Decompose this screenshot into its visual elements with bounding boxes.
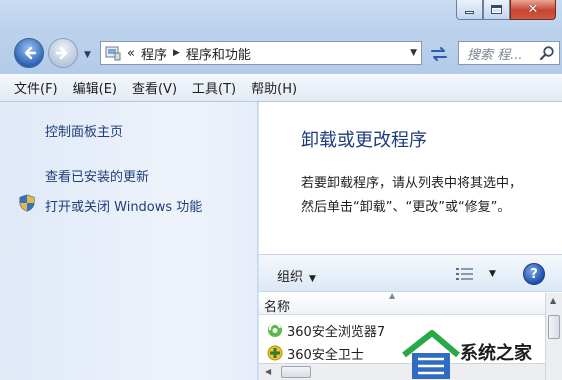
minimize-button[interactable] bbox=[456, 0, 483, 20]
view-options-dropdown[interactable]: ▼ bbox=[489, 269, 496, 279]
view-details-icon[interactable] bbox=[455, 266, 475, 282]
navigation-bar: ▼ « 程序 ▶ 程序和功能 ▼ 搜索 程... bbox=[0, 34, 562, 74]
column-header-name[interactable]: ▲ 名称 bbox=[259, 291, 545, 315]
watermark: 系统之家 bbox=[398, 325, 562, 380]
breadcrumb-programs-features[interactable]: 程序和功能 bbox=[186, 44, 251, 63]
command-bar: 组织 ▼ ▼ ? bbox=[259, 254, 562, 292]
program-name: 360安全浏览器7 bbox=[287, 324, 386, 340]
browser-icon bbox=[268, 322, 282, 337]
maximize-button[interactable] bbox=[483, 0, 510, 20]
breadcrumb-programs[interactable]: 程序 bbox=[141, 44, 167, 63]
page-description: 若要卸载程序，请从列表中将其选中，然后单击“卸载”、“更改”或“修复”。 bbox=[301, 176, 523, 215]
help-icon: ? bbox=[530, 266, 538, 282]
window-controls: ✕ bbox=[456, 0, 556, 20]
refresh-button[interactable] bbox=[428, 43, 450, 65]
control-panel-icon bbox=[105, 46, 121, 61]
view-installed-updates-link[interactable]: 查看已安装的更新 bbox=[45, 166, 149, 185]
organize-button[interactable]: 组织 ▼ bbox=[277, 266, 316, 285]
column-header-label: 名称 bbox=[264, 300, 291, 315]
breadcrumb-overflow[interactable]: « bbox=[127, 46, 135, 61]
chevron-down-icon: ▼ bbox=[309, 274, 316, 284]
window-titlebar: ✕ bbox=[0, 0, 562, 34]
menu-file[interactable]: 文件(F) bbox=[14, 78, 58, 97]
scroll-up-icon[interactable]: ▲ bbox=[550, 296, 556, 305]
sort-indicator-icon: ▲ bbox=[389, 291, 396, 300]
minimize-icon bbox=[465, 11, 474, 14]
menu-tools[interactable]: 工具(T) bbox=[192, 78, 236, 97]
shield-icon bbox=[19, 194, 35, 212]
scroll-thumb-horizontal[interactable] bbox=[281, 366, 311, 378]
task-pane: 控制面板主页 查看已安装的更新 打开或关闭 Windows 功能 bbox=[0, 102, 258, 380]
forward-button[interactable] bbox=[48, 38, 78, 68]
chevron-right-icon[interactable]: ▶ bbox=[173, 48, 180, 58]
watermark-text: 系统之家 bbox=[460, 343, 532, 364]
back-button[interactable] bbox=[14, 38, 44, 68]
menu-bar: 文件(F) 编辑(E) 查看(V) 工具(T) 帮助(H) bbox=[0, 74, 562, 102]
control-panel-home-link[interactable]: 控制面板主页 bbox=[45, 121, 123, 140]
maximize-icon bbox=[491, 5, 502, 14]
house-logo-icon bbox=[402, 330, 460, 379]
menu-view[interactable]: 查看(V) bbox=[132, 78, 177, 97]
breadcrumb: « 程序 ▶ 程序和功能 bbox=[127, 44, 251, 63]
organize-label: 组织 bbox=[277, 270, 304, 285]
close-button[interactable]: ✕ bbox=[510, 0, 556, 20]
arrow-right-icon bbox=[55, 46, 68, 60]
security-icon bbox=[267, 345, 283, 361]
search-box[interactable]: 搜索 程... bbox=[458, 41, 560, 65]
windows-features-link[interactable]: 打开或关闭 Windows 功能 bbox=[45, 196, 202, 215]
help-button[interactable]: ? bbox=[523, 263, 545, 285]
search-icon[interactable] bbox=[539, 45, 555, 61]
scroll-left-icon[interactable]: ◀ bbox=[265, 367, 271, 376]
menu-help[interactable]: 帮助(H) bbox=[251, 78, 297, 97]
search-input[interactable]: 搜索 程... bbox=[467, 44, 539, 63]
address-bar[interactable]: « 程序 ▶ 程序和功能 ▼ bbox=[100, 41, 422, 65]
arrow-left-icon bbox=[24, 46, 37, 60]
page-title: 卸载或更改程序 bbox=[301, 130, 427, 151]
close-icon: ✕ bbox=[527, 2, 539, 17]
menu-edit[interactable]: 编辑(E) bbox=[73, 78, 117, 97]
program-name: 360安全卫士 bbox=[287, 347, 364, 363]
refresh-icon bbox=[431, 47, 447, 61]
address-dropdown[interactable]: ▼ bbox=[410, 48, 417, 58]
recent-pages-dropdown[interactable]: ▼ bbox=[84, 50, 91, 60]
